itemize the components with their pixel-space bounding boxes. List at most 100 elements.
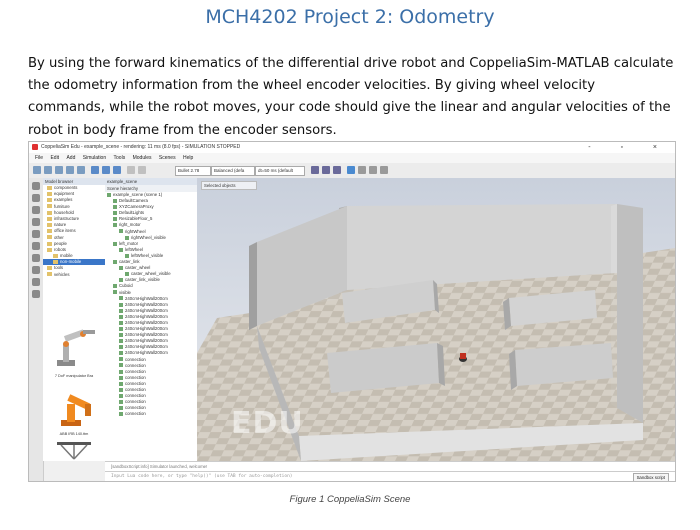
joint-icon[interactable] (32, 230, 40, 238)
object-icon (119, 302, 123, 307)
hierarchy-item-label: caster_wheel (125, 265, 151, 271)
camera-rotate-icon[interactable] (44, 166, 52, 174)
model-browser-item-label: mobile (60, 253, 73, 259)
hierarchy-item-label: ResizableFloor_5 (119, 216, 153, 222)
object-icon (119, 406, 123, 411)
menu-scenes[interactable]: Scenes (159, 155, 176, 161)
model-thumbnails: 7 DoF manipulator Bra ABB IRB 140.ttm (43, 322, 105, 461)
hierarchy-item-label: connection (125, 362, 146, 368)
command-line: Input Lua code here, or type "help()" (u… (105, 471, 675, 481)
scene-eye-icon[interactable] (369, 166, 377, 174)
play-icon[interactable] (311, 166, 319, 174)
object-icon (119, 229, 123, 234)
folder-icon (47, 210, 52, 215)
model-browser-title: Model browser (43, 178, 105, 185)
redo-icon[interactable] (138, 166, 146, 174)
calculator-icon[interactable] (32, 290, 40, 298)
visualization-icon[interactable] (358, 166, 366, 174)
model-browser-item-label: examples (54, 197, 73, 203)
hierarchy-item-label: 240cmHighWall200cm (125, 326, 168, 332)
folder-icon (47, 272, 52, 277)
sensor-icon[interactable] (32, 254, 40, 262)
folder-icon (47, 185, 52, 190)
hierarchy-item-label: connection (125, 380, 146, 386)
folder-icon (47, 247, 52, 252)
model-browser-item-label: office items (54, 228, 76, 234)
menu-simulation[interactable]: Simulation (83, 155, 106, 161)
model-browser-item-label: household (54, 209, 74, 215)
menu-file[interactable]: File (35, 155, 43, 161)
scene-hierarchy-title: Scene hierarchy (105, 185, 197, 192)
select-icon[interactable] (91, 166, 99, 174)
hierarchy-item-label: 240cmHighWall200cm (125, 332, 168, 338)
menu-help[interactable]: Help (183, 155, 193, 161)
manipulator-thumbnail[interactable] (47, 326, 101, 372)
folder-icon (47, 216, 52, 221)
menu-add[interactable]: Add (66, 155, 75, 161)
object-icon (125, 253, 129, 258)
hierarchy-item-label: DefaultCamera (119, 198, 148, 204)
menu-tools[interactable]: Tools (114, 155, 126, 161)
abb-robot-thumbnail[interactable] (47, 384, 101, 430)
real-time-icon[interactable] (347, 166, 355, 174)
accuracy-select[interactable]: Balanced (defa (211, 166, 255, 176)
hierarchy-item-label: rightWheel_visible (131, 234, 166, 240)
camera-pan-icon[interactable] (33, 166, 41, 174)
object-icon (119, 381, 123, 386)
sandbox-select[interactable]: Sandbox script (632, 473, 669, 481)
model-browser-item-label: nature (54, 222, 67, 228)
object-icon (119, 314, 123, 319)
model-browser-item-label: people (54, 240, 67, 246)
hierarchy-item-label: leftWheel (125, 246, 143, 252)
object-icon (119, 339, 123, 344)
search-icon[interactable] (32, 194, 40, 202)
menu-bar: File Edit Add Simulation Tools Modules S… (29, 153, 675, 163)
menu-edit[interactable]: Edit (50, 155, 59, 161)
hierarchy-item-label: caster_wheel_visible (131, 271, 171, 277)
lua-command-input[interactable]: Input Lua code here, or type "help()" (u… (111, 473, 591, 481)
scene-tab[interactable]: example_scene (105, 178, 197, 185)
physics-engine-select[interactable]: Bullet 2.78 (175, 166, 211, 176)
object-icon (113, 284, 117, 289)
model-browser-item-label: non-mobile (60, 259, 82, 265)
menu-modules[interactable]: Modules (133, 155, 152, 161)
camera-shift-icon[interactable] (55, 166, 63, 174)
scene-viewport[interactable]: Selected objects EDU (197, 178, 675, 461)
model-browser-item-label: robots (54, 246, 66, 252)
model-browser-item-label: infrastructure (54, 215, 80, 221)
pause-icon[interactable] (322, 166, 330, 174)
stop-icon[interactable] (333, 166, 341, 174)
folder-icon (53, 253, 58, 258)
hierarchy-item-label: caster_link_visible (125, 277, 160, 283)
delta-robot-thumbnail[interactable] (47, 440, 101, 461)
folder-icon (47, 241, 52, 246)
camera-zoom-icon[interactable] (66, 166, 74, 174)
hierarchy-item-label: connection (125, 368, 146, 374)
move-icon[interactable] (102, 166, 110, 174)
hierarchy-item[interactable]: connection (105, 411, 197, 417)
undo-icon[interactable] (127, 166, 135, 174)
left-toolbar (29, 178, 44, 481)
folder-icon (53, 260, 58, 265)
shape-icon[interactable] (32, 218, 40, 226)
hierarchy-item-label: right_motor (119, 222, 141, 228)
timestep-select[interactable]: dt=50 ms (default (255, 166, 305, 176)
folder-icon (47, 204, 52, 209)
fit-view-icon[interactable] (77, 166, 85, 174)
toolbar: Bullet 2.78 Balanced (defa dt=50 ms (def… (29, 163, 675, 179)
path-icon[interactable] (32, 266, 40, 274)
window-controls[interactable]: - ▫ × (588, 142, 671, 153)
folder-icon (47, 192, 52, 197)
gear-icon[interactable] (32, 278, 40, 286)
model-browser-item[interactable]: vehicles (43, 272, 105, 278)
rotate-icon[interactable] (113, 166, 121, 174)
camera-icon[interactable] (32, 206, 40, 214)
selected-objects-label: Selected objects (201, 181, 257, 190)
robot[interactable] (459, 353, 467, 362)
settings-icon[interactable] (380, 166, 388, 174)
folder-icon (47, 198, 52, 203)
scene-icon[interactable] (32, 182, 40, 190)
script-icon[interactable] (32, 242, 40, 250)
hierarchy-item-label: connection (125, 393, 146, 399)
hierarchy-item-label: connection (125, 374, 146, 380)
